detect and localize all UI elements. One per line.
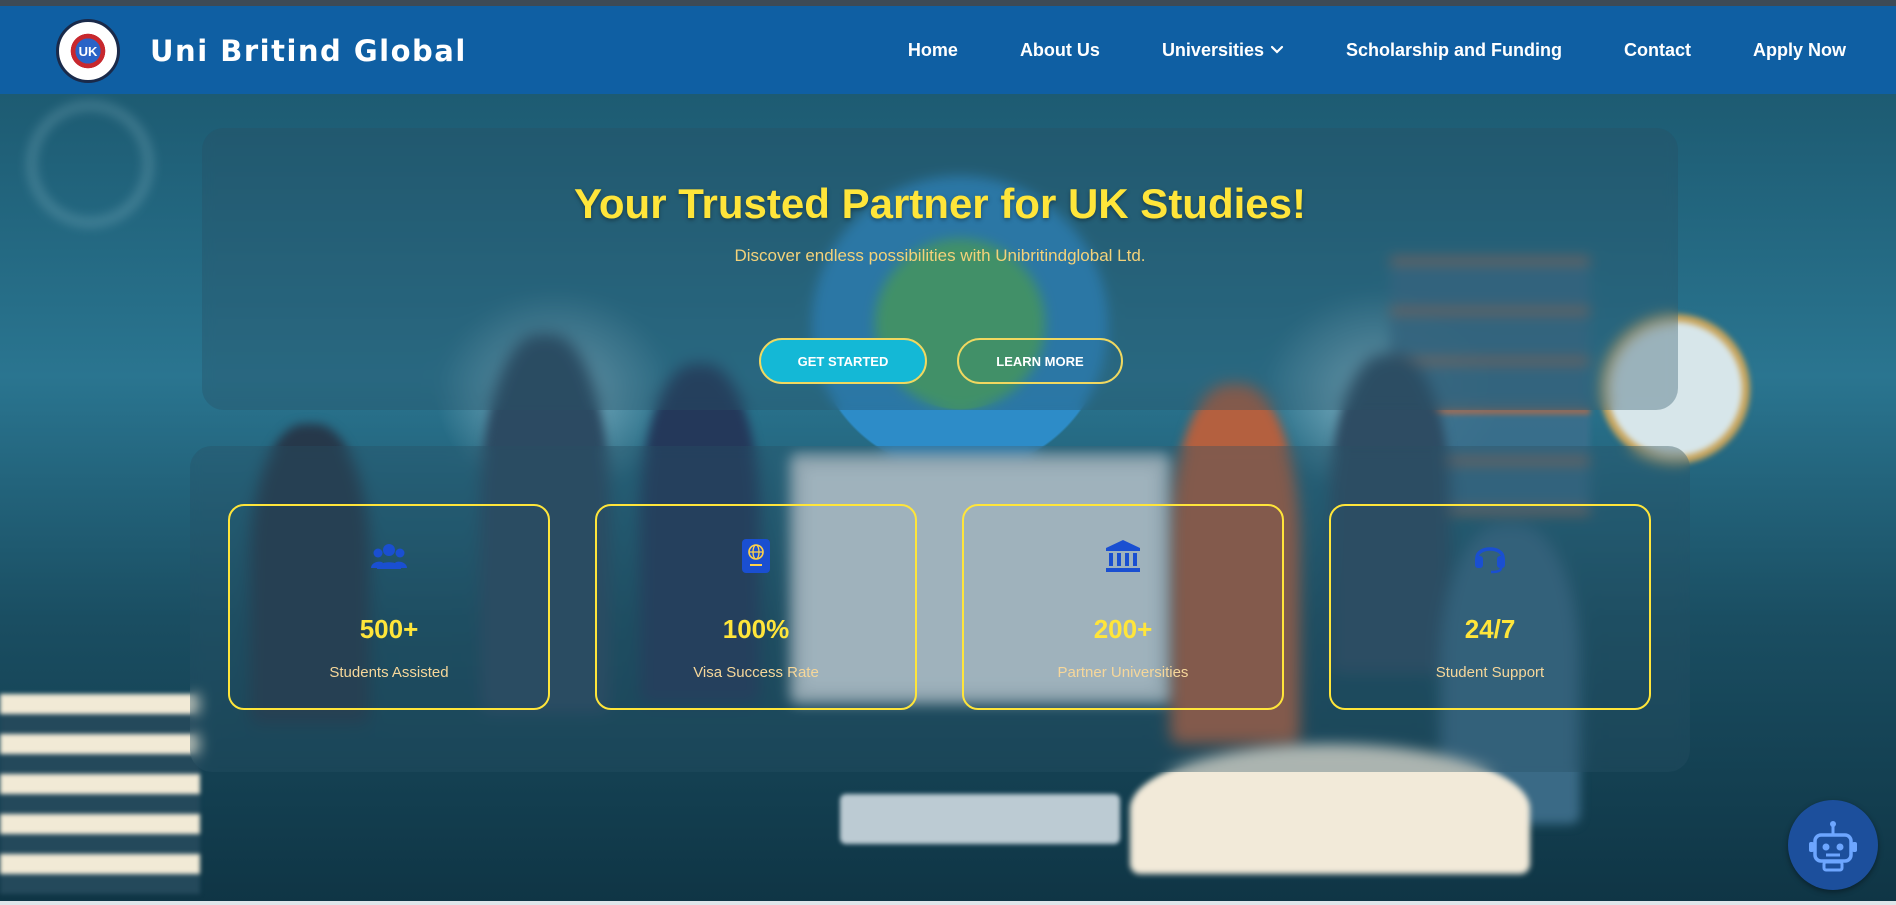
hero-card: Your Trusted Partner for UK Studies! Dis… (202, 128, 1678, 410)
stat-value: 24/7 (1464, 614, 1516, 644)
stat-label: Partner Universities (1057, 664, 1189, 681)
stat-card-universities: 200+ Partner Universities (962, 504, 1284, 710)
nav-apply-now[interactable]: Apply Now (1753, 40, 1846, 61)
hero-subtitle: Discover endless possibilities with Unib… (734, 246, 1146, 265)
stat-card-support: 24/7 Student Support (1329, 504, 1651, 710)
university-icon (1105, 538, 1141, 574)
hero-title: Your Trusted Partner for UK Studies! (574, 180, 1306, 227)
stats-panel: 500+ Students Assisted 100% Visa Success… (190, 446, 1690, 772)
stat-label: Student Support (1435, 664, 1545, 681)
get-started-button[interactable]: GET STARTED (759, 338, 927, 384)
brand-name[interactable]: Uni Britind Global (150, 34, 467, 68)
headset-icon (1472, 538, 1508, 574)
nav-universities[interactable]: Universities (1162, 40, 1284, 61)
chatbot-button[interactable] (1788, 800, 1878, 890)
nav-home[interactable]: Home (908, 40, 958, 61)
nav-scholarship-funding[interactable]: Scholarship and Funding (1346, 40, 1562, 61)
background-books (0, 694, 200, 894)
hero-section: Your Trusted Partner for UK Studies! Dis… (0, 94, 1896, 901)
stat-label: Students Assisted (329, 664, 449, 681)
stat-card-students: 500+ Students Assisted (228, 504, 550, 710)
passport-icon (738, 538, 774, 574)
stat-label: Visa Success Rate (693, 664, 819, 681)
stat-value: 200+ (1093, 614, 1153, 644)
nav-about-us[interactable]: About Us (1020, 40, 1100, 61)
stat-value: 500+ (359, 614, 419, 644)
users-icon (371, 538, 407, 574)
background-globe-outline (30, 104, 150, 224)
bottom-edge (0, 901, 1896, 905)
stat-card-visa: 100% Visa Success Rate (595, 504, 917, 710)
background-keyboard (840, 794, 1120, 844)
navbar: UK Uni Britind Global Home About Us Univ… (0, 6, 1896, 94)
nav-universities-label: Universities (1161, 39, 1264, 60)
learn-more-button[interactable]: LEARN MORE (957, 338, 1123, 384)
chevron-down-icon (1270, 45, 1284, 54)
nav-contact[interactable]: Contact (1624, 40, 1691, 61)
logo-emblem: UK (66, 29, 110, 73)
logo[interactable]: UK (56, 19, 120, 83)
robot-icon (1809, 821, 1857, 872)
stat-value: 100% (722, 614, 790, 644)
main-nav: Home About Us Universities Scholarship a… (908, 6, 1846, 94)
